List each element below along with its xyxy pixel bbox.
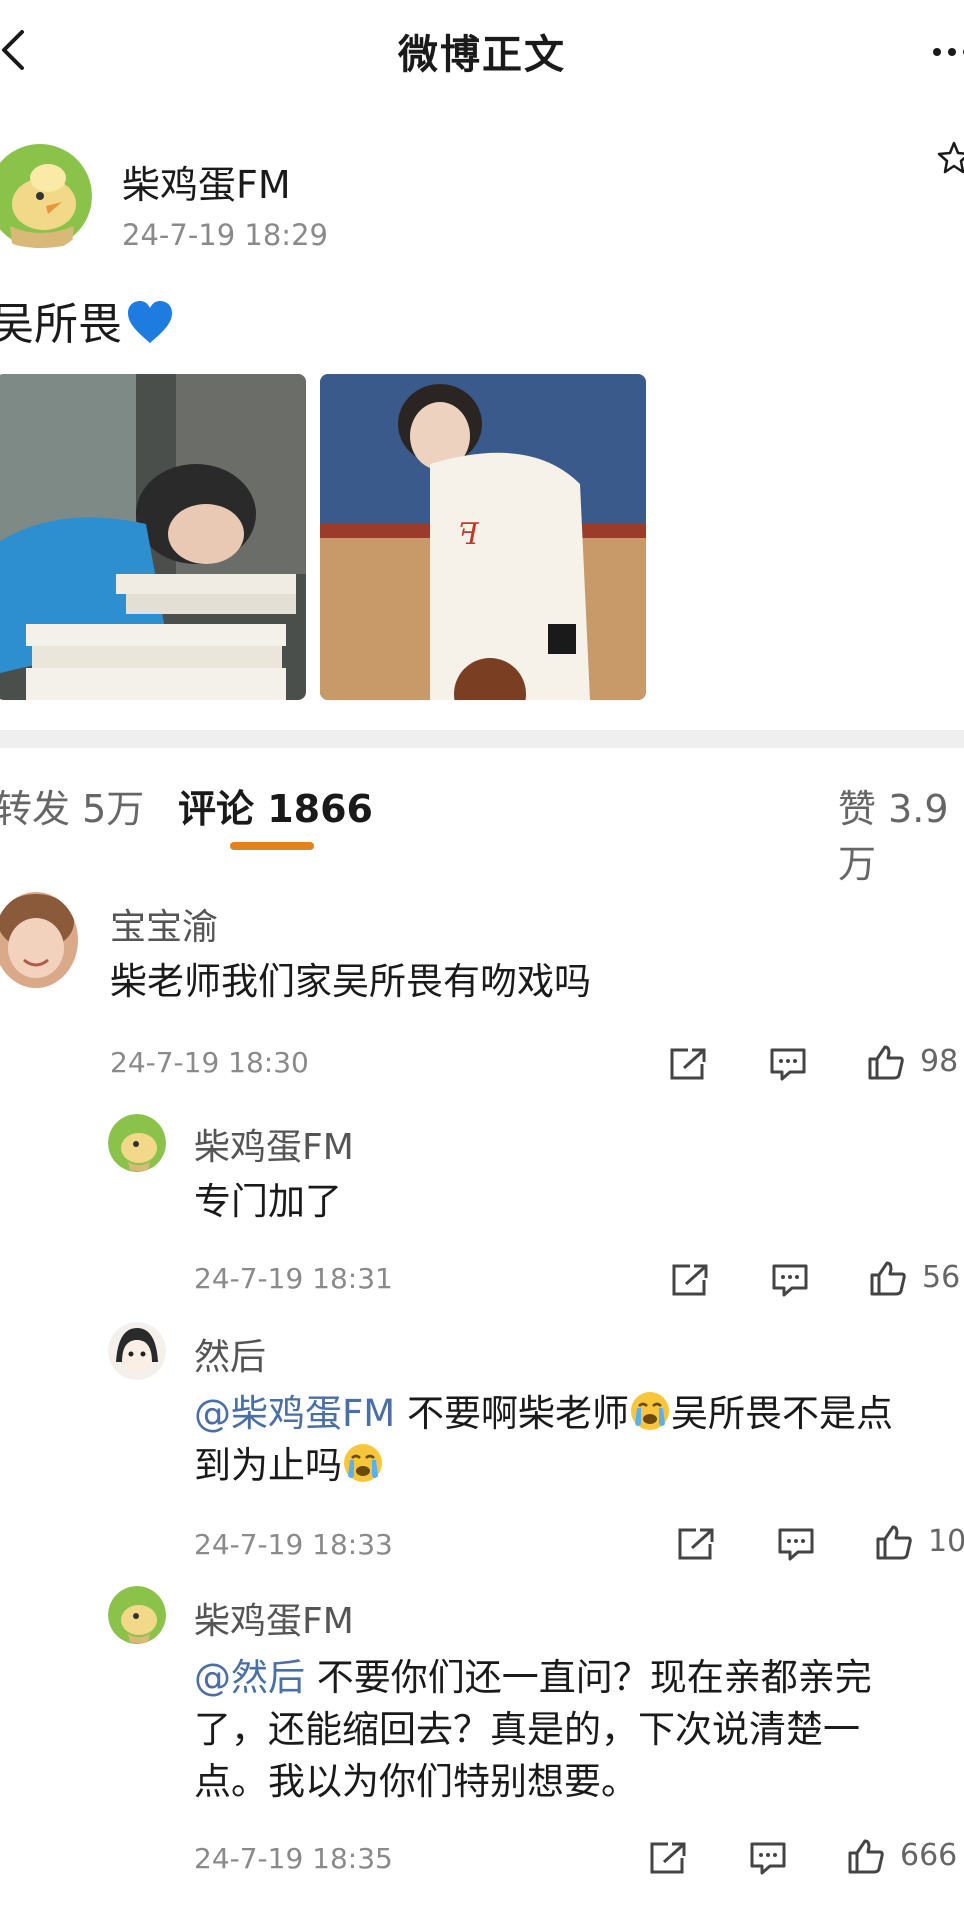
post-text-content: 吴所畏: [0, 299, 122, 350]
reply-text: @然后 不要你们还一直问？现在亲都亲完 了，还能缩回去？真是的，下次说清楚一 点…: [194, 1652, 954, 1808]
reply-icon[interactable]: [776, 1526, 816, 1562]
like-count: 98: [920, 1044, 959, 1079]
favorite-star-icon[interactable]: [936, 140, 964, 176]
reply-text-line-2: 了，还能缩回去？真是的，下次说清楚一: [194, 1708, 860, 1751]
comment-author[interactable]: 宝宝渝: [110, 898, 218, 950]
author-name[interactable]: 柴鸡蛋FM: [122, 154, 291, 209]
section-divider: [0, 730, 964, 748]
share-icon[interactable]: [670, 1262, 710, 1298]
commenter-avatar[interactable]: [0, 892, 78, 988]
reply-author[interactable]: 然后: [194, 1328, 266, 1380]
reply-text: @柴鸡蛋FM 不要啊柴老师 吴所畏不是点 到为止吗: [194, 1388, 954, 1492]
post-timestamp: 24-7-19 18:29: [122, 218, 328, 252]
like-count: 10: [928, 1524, 964, 1559]
reply-text-part-1: 不要啊柴老师: [395, 1392, 629, 1435]
reply-icon[interactable]: [748, 1840, 788, 1876]
reply-text-line-1: 不要你们还一直问？现在亲都亲完: [305, 1656, 872, 1699]
author-avatar[interactable]: [0, 140, 92, 252]
like-thumb-icon[interactable]: [866, 1044, 906, 1080]
post-text: 吴所畏: [0, 288, 174, 352]
page-title: 微博正文: [398, 32, 566, 78]
mention-link[interactable]: @然后: [194, 1656, 305, 1699]
like-thumb-icon[interactable]: [868, 1260, 908, 1296]
share-icon[interactable]: [648, 1840, 688, 1876]
reply-icon[interactable]: [770, 1262, 810, 1298]
reply-icon[interactable]: [768, 1046, 808, 1082]
tab-reposts[interactable]: 转发 5万: [0, 778, 144, 833]
reply-text: 专门加了: [194, 1180, 342, 1223]
like-thumb-icon[interactable]: [874, 1524, 914, 1560]
like-count: 56: [922, 1260, 961, 1295]
reply-avatar[interactable]: [108, 1586, 166, 1644]
mention-link[interactable]: @柴鸡蛋FM: [194, 1392, 395, 1435]
active-tab-indicator: [230, 842, 314, 850]
crying-emoji-icon: [344, 1444, 382, 1482]
reply-timestamp: 24-7-19 18:33: [194, 1528, 393, 1561]
share-icon[interactable]: [668, 1046, 708, 1082]
reply-avatar[interactable]: [108, 1322, 166, 1380]
like-thumb-icon[interactable]: [846, 1838, 886, 1874]
reply-text-part-3: 到为止吗: [194, 1444, 342, 1487]
crying-emoji-icon: [630, 1392, 669, 1430]
comment-text: 柴老师我们家吴所畏有吻戏吗: [110, 960, 591, 1003]
reply-text-line-3: 点。我以为你们特别想要。: [194, 1760, 638, 1803]
reply-author[interactable]: 柴鸡蛋FM: [194, 1118, 354, 1170]
comment-timestamp: 24-7-19 18:30: [110, 1046, 309, 1079]
reply-author[interactable]: 柴鸡蛋FM: [194, 1592, 354, 1644]
reply-timestamp: 24-7-19 18:31: [194, 1262, 393, 1295]
like-count: 666: [900, 1838, 958, 1873]
post-photo-1[interactable]: [0, 374, 306, 700]
tab-likes[interactable]: 赞 3.9万: [838, 778, 964, 888]
reply-timestamp: 24-7-19 18:35: [194, 1842, 393, 1875]
post-photo-2[interactable]: ꟻ: [320, 374, 646, 700]
reply-avatar[interactable]: [108, 1114, 166, 1172]
reply-text-part-2: 吴所畏不是点: [670, 1392, 893, 1435]
tab-comments[interactable]: 评论 1866: [178, 778, 373, 833]
more-options-icon[interactable]: [932, 46, 964, 58]
svg-text:ꟻ: ꟻ: [458, 517, 480, 552]
share-icon[interactable]: [676, 1526, 716, 1562]
blue-heart-emoji-icon: [128, 301, 172, 343]
